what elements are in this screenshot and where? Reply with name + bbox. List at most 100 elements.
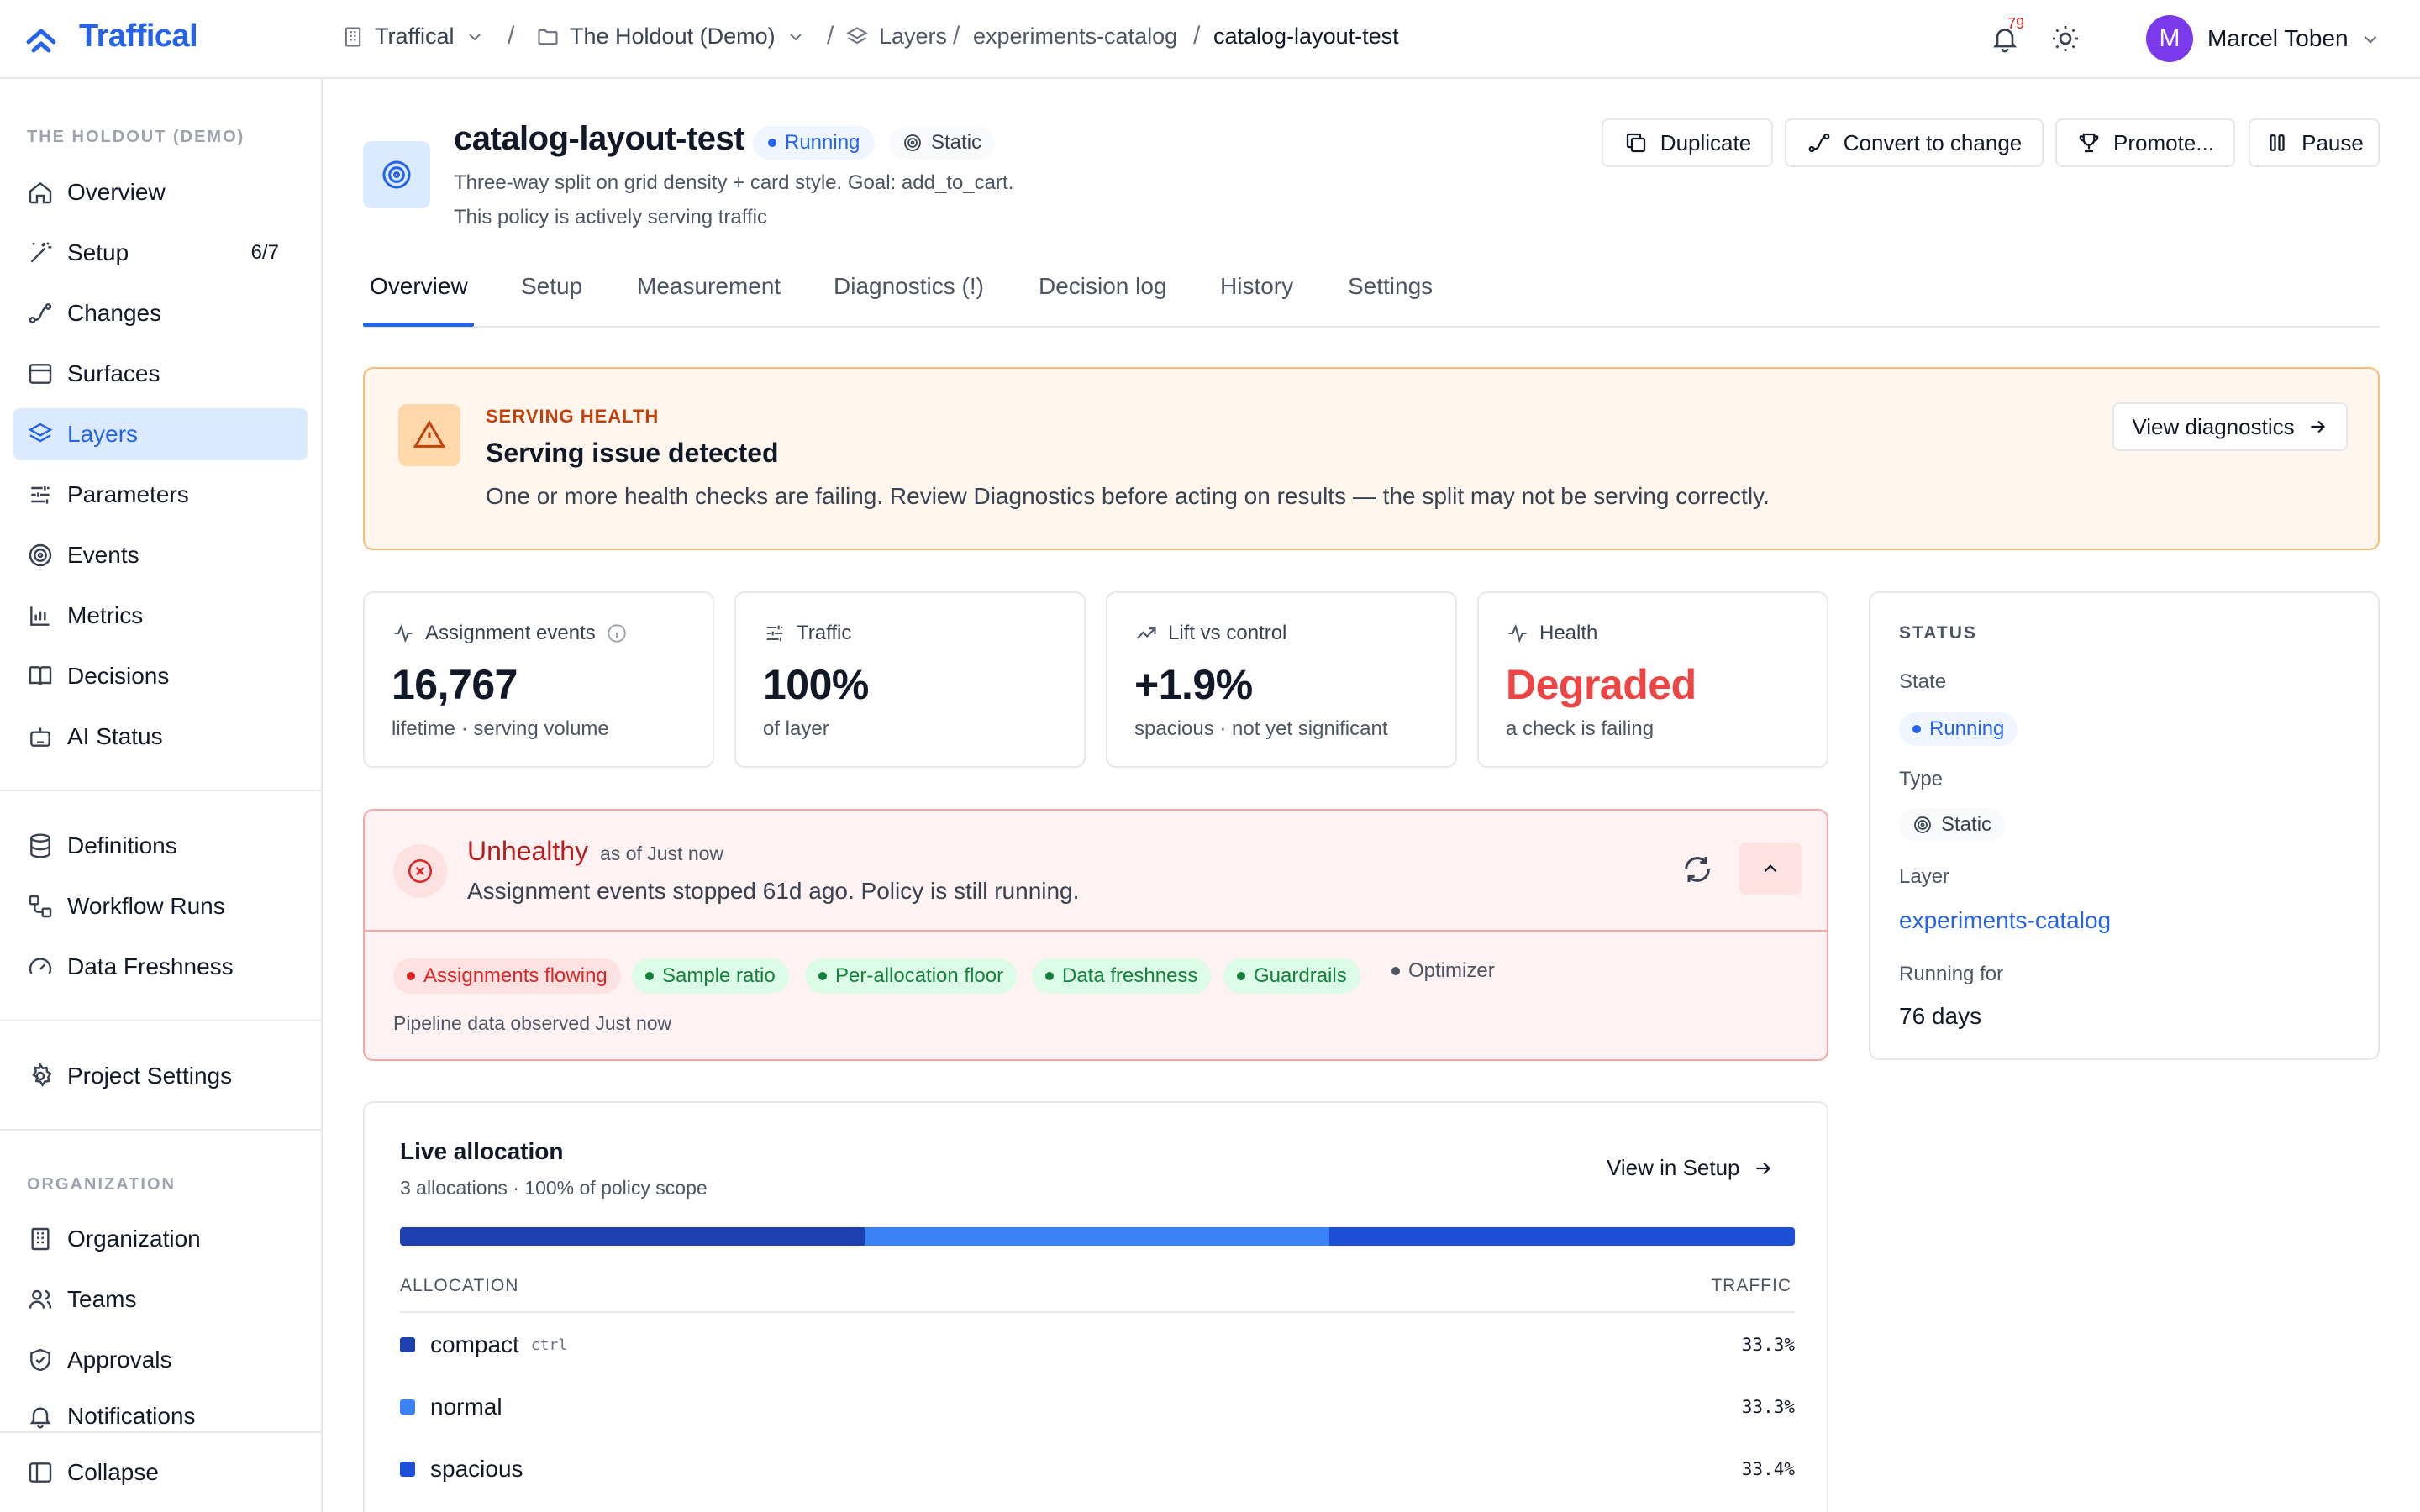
sidebar-divider [0, 790, 321, 791]
info-icon[interactable] [606, 622, 628, 644]
promote-button[interactable]: Promote... [2055, 118, 2235, 167]
sidebar-item-workflow-runs[interactable]: Workflow Runs [13, 880, 308, 932]
sidebar-item-organization[interactable]: Organization [13, 1213, 308, 1265]
route-icon [1808, 133, 1830, 153]
sidebar-divider [0, 1020, 321, 1021]
tab-diagnostics[interactable]: Diagnostics (!) [834, 273, 984, 300]
gear-icon [32, 1063, 52, 1087]
collapse-health-button[interactable] [1739, 843, 1802, 895]
traffical-logo-icon[interactable] [25, 24, 57, 55]
allocation-title: Live allocation [400, 1138, 564, 1164]
tab-setup[interactable]: Setup [521, 273, 582, 300]
type-label: Type [1899, 768, 1944, 790]
layer-label: Layer [1899, 865, 1950, 888]
sidebar-collapse-icon [29, 1462, 52, 1483]
sidebar-item-data-freshness[interactable]: Data Freshness [13, 941, 308, 993]
breadcrumb-org[interactable]: Traffical [341, 24, 485, 50]
tab-measurement[interactable]: Measurement [637, 273, 781, 300]
sidebar-collapse-button[interactable]: Collapse [13, 1446, 308, 1499]
activity-icon [1508, 623, 1527, 643]
allocation-name: compact [430, 1331, 519, 1357]
notifications-count-badge: 79 [2007, 15, 2025, 32]
check-chip-label: Data freshness [1062, 964, 1198, 987]
database-icon [30, 833, 50, 858]
sidebar-item-decisions[interactable]: Decisions [13, 650, 308, 702]
pause-button[interactable]: Pause [2249, 118, 2380, 167]
refresh-icon[interactable] [1681, 853, 1714, 886]
wand-icon [30, 242, 52, 263]
sidebar-item-definitions[interactable]: Definitions [13, 820, 308, 872]
allocation-row: normal 33.3% [400, 1390, 1795, 1424]
user-name[interactable]: Marcel Toben [2207, 25, 2349, 52]
view-diagnostics-button[interactable]: View diagnostics [2112, 402, 2348, 451]
chevron-down-icon [468, 33, 481, 40]
sidebar-item-notifications[interactable]: Notifications [13, 1394, 308, 1431]
chevron-down-icon[interactable] [2360, 29, 2381, 50]
stat-label: Lift vs control [1134, 622, 1286, 645]
layers-icon [28, 423, 53, 443]
type-badge: Static [1899, 808, 2006, 842]
sidebar-item-label: Organization [67, 1226, 201, 1252]
breadcrumb-layers[interactable]: Layers [845, 24, 947, 50]
sidebar-item-events[interactable]: Events [13, 529, 308, 581]
sidebar-item-label: Data Freshness [67, 953, 234, 979]
sidebar-item-changes[interactable]: Changes [13, 287, 308, 339]
allocation-swatch [400, 1462, 415, 1477]
theme-toggle-sun-icon[interactable] [2050, 24, 2081, 54]
status-dot [645, 972, 654, 980]
view-in-setup-link[interactable]: View in Setup [1607, 1155, 1774, 1181]
stat-label: Traffic [763, 622, 851, 645]
breadcrumb-project[interactable]: The Holdout (Demo) [536, 24, 806, 50]
state-badge-label: Running [1929, 717, 2005, 740]
breadcrumb-separator: / [827, 22, 834, 50]
sidebar-item-ai-status[interactable]: AI Status [13, 711, 308, 763]
sidebar-item-parameters[interactable]: Parameters [13, 469, 308, 521]
check-chip-label: Optimizer [1408, 959, 1495, 982]
user-avatar[interactable]: M [2146, 15, 2193, 62]
allocation-traffic: 33.3% [1741, 1397, 1795, 1417]
status-dot [1912, 725, 1921, 733]
sidebar-section-organization: ORGANIZATION [27, 1175, 176, 1194]
tab-decision-log[interactable]: Decision log [1039, 273, 1167, 300]
layer-link[interactable]: experiments-catalog [1899, 907, 2111, 934]
sidebar-item-label: Metrics [67, 602, 144, 628]
sidebar-item-metrics[interactable]: Metrics [13, 590, 308, 642]
bell-icon [29, 1407, 51, 1429]
policy-subtitle: This policy is actively serving traffic [454, 206, 768, 228]
tab-history[interactable]: History [1220, 273, 1293, 300]
brand-name[interactable]: Traffical [79, 18, 198, 55]
stat-label: Assignment events [392, 622, 628, 645]
check-chip-label: Guardrails [1254, 964, 1347, 987]
allocation-bar-segment-spacious [1328, 1227, 1795, 1246]
serving-health-alert: SERVING HEALTH Serving issue detected On… [363, 367, 2380, 550]
status-dot [768, 139, 776, 147]
check-chip-label: Sample ratio [662, 964, 776, 987]
convert-to-change-button[interactable]: Convert to change [1785, 118, 2044, 167]
page-title: catalog-layout-test [454, 120, 745, 157]
breadcrumb-layer[interactable]: experiments-catalog [973, 24, 1177, 50]
sidebar-item-layers[interactable]: Layers [13, 408, 308, 460]
layers-icon [846, 26, 868, 44]
health-footer: Pipeline data observed Just now [393, 1012, 672, 1034]
route-icon [29, 303, 52, 323]
type-badge-label: Static [1941, 813, 1992, 836]
convert-button-label: Convert to change [1843, 129, 2023, 155]
allocation-table-divider [400, 1311, 1795, 1313]
sidebar-item-surfaces[interactable]: Surfaces [13, 348, 308, 400]
sidebar-item-project-settings[interactable]: Project Settings [13, 1050, 308, 1102]
status-badge-running: Running [753, 126, 876, 160]
stat-label-text: Health [1539, 622, 1598, 644]
sidebar-item-overview[interactable]: Overview [13, 166, 308, 218]
sidebar-item-label: Changes [67, 300, 162, 326]
sidebar-item-setup[interactable]: Setup 6/7 [13, 227, 308, 279]
sidebar-item-approvals[interactable]: Approvals [13, 1334, 308, 1386]
duplicate-button[interactable]: Duplicate [1602, 118, 1773, 167]
sidebar-item-teams[interactable]: Teams [13, 1273, 308, 1326]
browser-icon [29, 364, 52, 384]
allocation-row: spacious 33.4% [400, 1452, 1795, 1486]
sidebar-section-project: THE HOLDOUT (DEMO) [27, 128, 245, 146]
tab-settings[interactable]: Settings [1348, 273, 1433, 300]
users-icon [29, 1289, 52, 1309]
tab-overview[interactable]: Overview [370, 273, 468, 300]
sidebar-item-label: Workflow Runs [67, 893, 225, 919]
